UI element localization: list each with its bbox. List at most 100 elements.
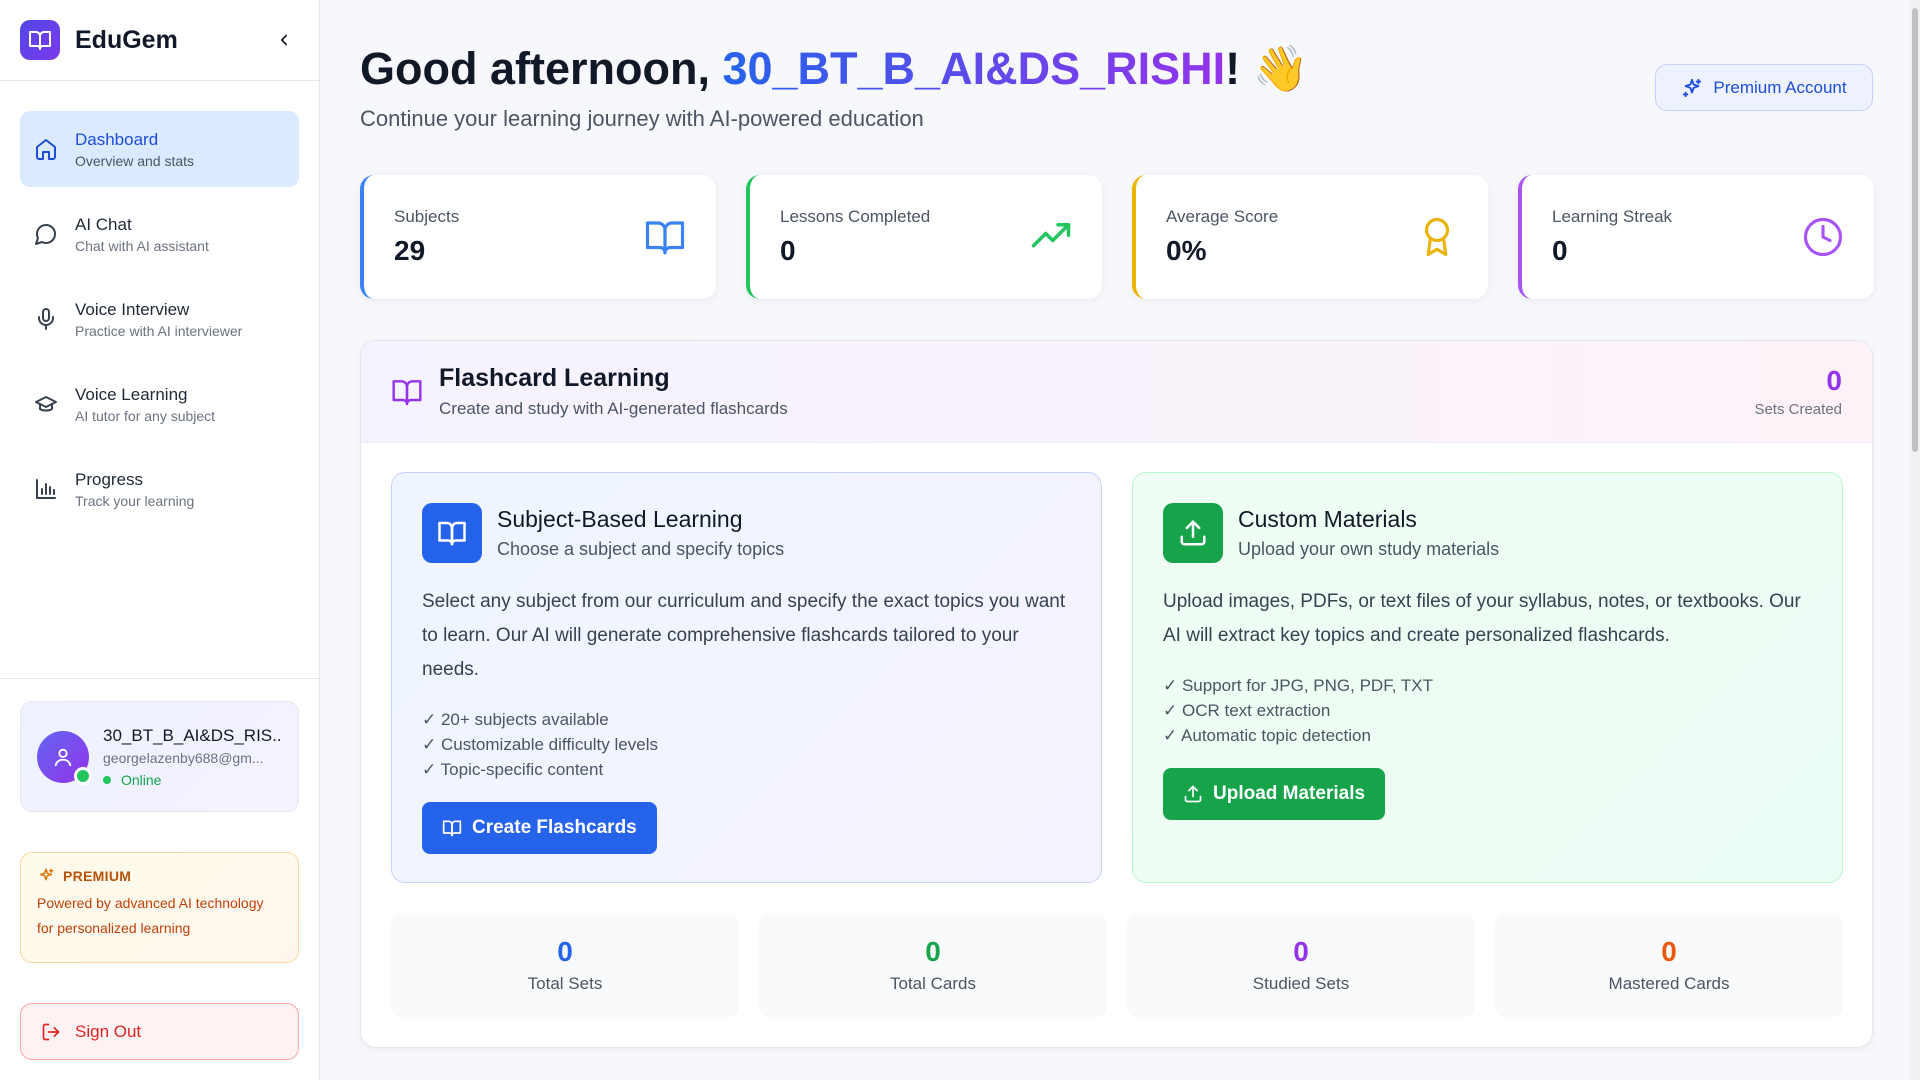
feature-item: ✓ Topic-specific content (422, 760, 604, 779)
sets-created-value: 0 (1826, 365, 1842, 396)
summary-label: Mastered Cards (1608, 974, 1730, 993)
flashcard-panel-header: Flashcard Learning Create and study with… (361, 341, 1872, 443)
home-icon (32, 135, 60, 163)
page-title: Good afternoon, 30_BT_B_AI&DS_RISHI! 👋 (360, 42, 1309, 95)
online-indicator (74, 766, 92, 785)
sidebar-item-label: Voice Interview (75, 299, 190, 319)
user-status: Online (103, 772, 282, 788)
user-name: 30_BT_B_AI&DS_RIS... (103, 725, 282, 745)
premium-account-label: Premium Account (1713, 77, 1847, 97)
sets-created-counter: 0 Sets Created (1754, 365, 1842, 418)
option-subtitle: Upload your own study materials (1238, 539, 1500, 559)
upload-materials-button[interactable]: Upload Materials (1163, 768, 1386, 820)
upload-icon (1163, 503, 1223, 563)
flashcard-panel-title: Flashcard Learning (439, 364, 670, 392)
main-content: Good afternoon, 30_BT_B_AI&DS_RISHI! 👋 C… (320, 0, 1910, 1080)
brand-header: EduGem (0, 0, 319, 81)
option-title: Subject-Based Learning (497, 506, 743, 532)
option-subtitle: Choose a subject and specify topics (497, 539, 785, 559)
book-open-icon (645, 221, 685, 255)
create-flashcards-button[interactable]: Create Flashcards (422, 802, 657, 854)
sidebar-item-progress[interactable]: Progress Track your learning (20, 451, 299, 527)
graduation-cap-icon (32, 390, 60, 418)
feature-item: ✓ Support for JPG, PNG, PDF, TXT (1163, 676, 1433, 695)
award-icon (1424, 217, 1450, 257)
summary-label: Total Sets (527, 974, 603, 993)
summary-mastered-cards: 0 Mastered Cards (1495, 913, 1843, 1017)
stat-card-learning-streak: Learning Streak 0 (1518, 175, 1874, 299)
scrollbar-thumb[interactable] (1912, 8, 1918, 452)
sidebar-item-ai-chat[interactable]: AI Chat Chat with AI assistant (20, 196, 299, 272)
sidebar-item-subtitle: AI tutor for any subject (75, 407, 216, 424)
option-title: Custom Materials (1238, 506, 1417, 532)
sidebar-item-dashboard[interactable]: Dashboard Overview and stats (20, 111, 299, 187)
page-scrollbar[interactable] (1910, 0, 1920, 1080)
sidebar-divider (0, 678, 320, 679)
stat-value: 29 (394, 235, 426, 266)
sidebar-item-label: AI Chat (75, 214, 132, 234)
avatar (37, 730, 92, 785)
logout-icon (42, 1023, 60, 1040)
summary-value: 0 (925, 936, 941, 967)
sets-created-label: Sets Created (1754, 401, 1842, 418)
feature-item: ✓ Customizable difficulty levels (422, 735, 658, 754)
clock-icon (1803, 217, 1843, 257)
upload-icon (1184, 785, 1202, 803)
summary-total-sets: 0 Total Sets (391, 913, 739, 1017)
sidebar-item-voice-learning[interactable]: Voice Learning AI tutor for any subject (20, 366, 299, 442)
chevron-left-icon (280, 34, 288, 46)
summary-total-cards: 0 Total Cards (759, 913, 1107, 1017)
sidebar-nav: Dashboard Overview and stats AI Chat Cha… (0, 81, 319, 527)
option-features: ✓ Support for JPG, PNG, PDF, TXT ✓ OCR t… (1163, 673, 1812, 748)
collapse-sidebar-button[interactable] (269, 25, 299, 55)
stats-row: Subjects 29 Lessons Completed 0 Average … (360, 175, 1874, 299)
chat-bubble-icon (32, 220, 60, 248)
trending-up-icon (1031, 223, 1071, 248)
stat-value: 0% (1166, 235, 1207, 266)
sparkles-icon (1683, 78, 1702, 97)
sidebar-item-label: Voice Learning (75, 384, 188, 404)
sidebar-item-subtitle: Practice with AI interviewer (75, 322, 243, 339)
stat-value: 0 (1552, 235, 1568, 266)
flashcard-panel-subtitle: Create and study with AI-generated flash… (439, 399, 788, 418)
create-flashcards-label: Create Flashcards (472, 817, 637, 838)
sidebar-item-subtitle: Overview and stats (75, 152, 195, 169)
summary-value: 0 (1661, 936, 1677, 967)
summary-value: 0 (557, 936, 573, 967)
option-description: Select any subject from our curriculum a… (422, 591, 1066, 680)
summary-label: Total Cards (890, 974, 976, 993)
stat-label: Learning Streak (1552, 207, 1673, 226)
book-logo-icon (20, 20, 60, 60)
user-email: georgelazenby688@gm... (103, 749, 264, 766)
book-open-icon (422, 503, 482, 563)
user-icon (54, 748, 72, 766)
user-status-label: Online (121, 771, 162, 788)
option-features: ✓ 20+ subjects available ✓ Customizable … (422, 707, 1071, 782)
stat-card-lessons: Lessons Completed 0 (746, 175, 1102, 299)
flashcard-learning-panel: Flashcard Learning Create and study with… (360, 340, 1873, 1048)
premium-info-box: PREMIUM Powered by advanced AI technolog… (20, 852, 299, 963)
flashcard-summary-row: 0 Total Sets 0 Total Cards 0 Studied Set… (391, 913, 1843, 1017)
stat-label: Lessons Completed (780, 207, 931, 226)
summary-value: 0 (1293, 936, 1309, 967)
feature-item: ✓ Automatic topic detection (1163, 726, 1371, 745)
user-profile-card[interactable]: 30_BT_B_AI&DS_RIS... georgelazenby688@gm… (20, 701, 299, 812)
flashcard-options: Subject-Based Learning Choose a subject … (391, 472, 1843, 883)
stat-card-subjects: Subjects 29 (360, 175, 716, 299)
custom-materials-card: Custom Materials Upload your own study m… (1132, 472, 1843, 883)
bar-chart-icon (32, 475, 60, 503)
sign-out-button[interactable]: Sign Out (20, 1003, 299, 1060)
status-dot (103, 775, 111, 784)
page-subtitle: Continue your learning journey with AI-p… (360, 106, 924, 131)
stat-card-average-score: Average Score 0% (1132, 175, 1488, 299)
subject-based-learning-card: Subject-Based Learning Choose a subject … (391, 472, 1102, 883)
greeting-prefix: Good afternoon, (360, 43, 723, 94)
sidebar-item-label: Dashboard (75, 129, 159, 149)
sidebar-item-label: Progress (75, 469, 144, 489)
premium-account-button[interactable]: Premium Account (1655, 64, 1873, 111)
summary-label: Studied Sets (1252, 974, 1350, 993)
sidebar-item-voice-interview[interactable]: Voice Interview Practice with AI intervi… (20, 281, 299, 357)
premium-description: Powered by advanced AI technology for pe… (37, 895, 264, 936)
sparkles-icon (40, 868, 54, 881)
option-description: Upload images, PDFs, or text files of yo… (1163, 591, 1801, 646)
